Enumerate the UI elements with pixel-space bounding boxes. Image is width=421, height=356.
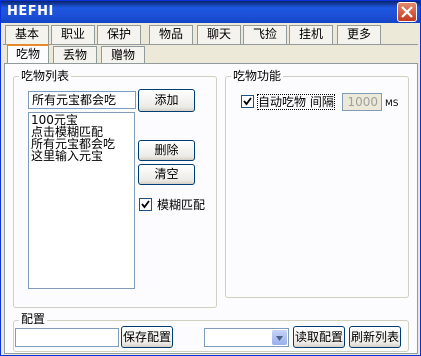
eat-func-group-label: 吃物功能 bbox=[231, 69, 284, 83]
tab-label: 保护 bbox=[106, 27, 131, 41]
tab-job[interactable]: 职业 bbox=[51, 25, 95, 44]
tab-label: 飞捡 bbox=[252, 27, 277, 41]
config-name-input[interactable] bbox=[15, 328, 119, 347]
clear-button-label: 清空 bbox=[154, 167, 179, 181]
delete-button[interactable]: 删除 bbox=[138, 140, 195, 161]
config-group-label: 配置 bbox=[19, 312, 48, 326]
fuzzy-match-label: 模糊匹配 bbox=[157, 198, 206, 212]
tab-afk[interactable]: 挂机 bbox=[289, 25, 333, 44]
clear-button[interactable]: 清空 bbox=[138, 164, 195, 185]
tab-protect[interactable]: 保护 bbox=[97, 25, 141, 44]
checkmark-icon bbox=[243, 97, 252, 106]
tab-row-divider bbox=[3, 44, 418, 45]
save-config-button[interactable]: 保存配置 bbox=[121, 326, 173, 348]
interval-input[interactable]: 1000 bbox=[342, 93, 382, 111]
add-button[interactable]: 添加 bbox=[138, 89, 195, 112]
tab-label: 丢物 bbox=[62, 48, 87, 62]
item-name-input[interactable]: 所有元宝都会吃 bbox=[28, 91, 136, 109]
refresh-list-label: 刷新列表 bbox=[350, 330, 399, 344]
tab-items[interactable]: 物品 bbox=[149, 25, 193, 44]
config-select[interactable] bbox=[204, 328, 289, 347]
main-window: HEFHI 基本 职业 保护 物品 聊天 飞捡 挂机 更多 吃物 丢物 赠物 吃… bbox=[0, 0, 421, 356]
tab-label: 挂机 bbox=[298, 27, 323, 41]
tab-basic[interactable]: 基本 bbox=[5, 25, 49, 44]
list-item[interactable]: 这里输入元宝 bbox=[31, 150, 132, 162]
dropdown-arrow[interactable] bbox=[272, 330, 287, 345]
tab-label: 吃物 bbox=[15, 47, 40, 61]
eat-list-group-label: 吃物列表 bbox=[19, 69, 72, 83]
tab-label: 职业 bbox=[60, 27, 85, 41]
checkmark-icon bbox=[141, 200, 150, 209]
tab-more[interactable]: 更多 bbox=[337, 25, 381, 44]
tab-fly-pick[interactable]: 飞捡 bbox=[243, 25, 287, 44]
delete-button-label: 删除 bbox=[154, 143, 179, 157]
tab-label: 更多 bbox=[346, 27, 371, 41]
fuzzy-match-checkbox[interactable] bbox=[139, 198, 152, 211]
save-config-label: 保存配置 bbox=[122, 330, 171, 344]
auto-eat-label: 自动吃物 间隔 bbox=[257, 94, 335, 110]
tab-eat[interactable]: 吃物 bbox=[7, 44, 49, 63]
window-title: HEFHI bbox=[7, 4, 54, 19]
tab-label: 基本 bbox=[14, 27, 39, 41]
load-config-label: 读取配置 bbox=[294, 330, 343, 344]
close-button[interactable] bbox=[397, 2, 417, 22]
close-icon bbox=[401, 6, 413, 18]
auto-eat-checkbox[interactable] bbox=[241, 95, 254, 108]
tab-panel: 吃物列表 所有元宝都会吃 添加 100元宝 点击模糊匹配 所有元宝都会吃 这里输… bbox=[4, 63, 418, 354]
interval-unit-label: MS bbox=[385, 99, 399, 109]
tab-chat[interactable]: 聊天 bbox=[197, 25, 241, 44]
tab-label: 赠物 bbox=[110, 48, 135, 62]
tab-label: 聊天 bbox=[206, 27, 231, 41]
title-bar[interactable]: HEFHI bbox=[1, 1, 420, 23]
chevron-down-icon bbox=[276, 336, 283, 341]
load-config-button[interactable]: 读取配置 bbox=[293, 326, 345, 348]
refresh-list-button[interactable]: 刷新列表 bbox=[349, 326, 401, 348]
eat-items-listbox[interactable]: 100元宝 点击模糊匹配 所有元宝都会吃 这里输入元宝 bbox=[28, 112, 135, 289]
tab-label: 物品 bbox=[158, 27, 183, 41]
add-button-label: 添加 bbox=[154, 93, 179, 107]
